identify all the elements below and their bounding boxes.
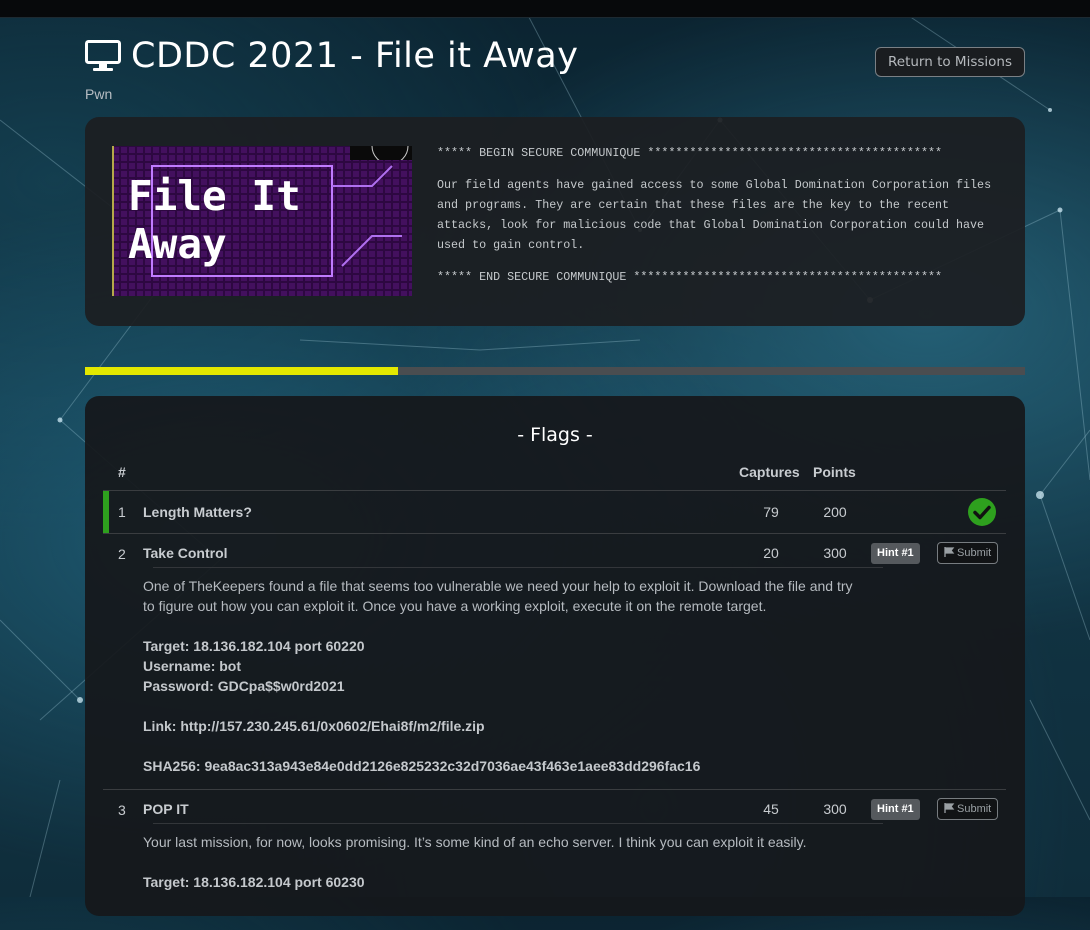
header-points: Points xyxy=(813,464,856,480)
hint-button[interactable]: Hint #1 xyxy=(871,543,920,564)
artwork-title: File It Away xyxy=(128,172,301,268)
communique-end: ***** END SECURE COMMUNIQUE ************… xyxy=(437,270,942,284)
flag-points: 200 xyxy=(823,504,847,520)
submit-flag-button[interactable]: Submit xyxy=(937,542,999,564)
top-nav-bar xyxy=(0,0,1090,18)
description-divider xyxy=(153,823,883,824)
flag-name: Take Control xyxy=(143,545,228,561)
submit-label: Submit xyxy=(957,803,992,815)
mission-briefing-panel: File It Away ***** BEGIN SECURE COMMUNIQ… xyxy=(85,117,1025,326)
flag-captures: 79 xyxy=(763,504,779,520)
flag-description: Your last mission, for now, looks promis… xyxy=(143,832,868,892)
submit-label: Submit xyxy=(957,547,992,559)
flag-name: Length Matters? xyxy=(143,504,252,520)
communique-begin: ***** BEGIN SECURE COMMUNIQUE **********… xyxy=(437,146,942,160)
submit-flag-button[interactable]: Submit xyxy=(937,798,999,820)
flag-points: 300 xyxy=(823,545,847,561)
return-to-missions-button[interactable]: Return to Missions xyxy=(875,47,1025,77)
flag-description: One of TheKeepers found a file that seem… xyxy=(143,576,868,776)
flag-row-3: 3 POP IT 45 300 Hint #1 Submit Your last… xyxy=(103,790,1006,930)
flag-icon xyxy=(944,547,955,557)
description-text: One of TheKeepers found a file that seem… xyxy=(143,578,853,614)
password-info: Password: GDCpa$$w0rd2021 xyxy=(143,678,345,694)
username-info: Username: bot xyxy=(143,658,242,674)
flags-panel: - Flags - # Captures Points 1 Length Mat… xyxy=(85,396,1025,916)
flags-title: - Flags - xyxy=(517,424,593,446)
mission-progress-bar xyxy=(85,367,1025,375)
header-captures: Captures xyxy=(739,464,800,480)
flag-name: POP IT xyxy=(143,801,189,817)
page-title: CDDC 2021 - File it Away xyxy=(131,36,579,76)
monitor-icon xyxy=(85,40,121,71)
flag-number: 3 xyxy=(118,802,126,818)
check-circle-icon xyxy=(968,498,996,526)
mission-artwork: File It Away xyxy=(112,146,412,296)
secure-communique: ***** BEGIN SECURE COMMUNIQUE **********… xyxy=(437,143,1012,287)
flag-row-1[interactable]: 1 Length Matters? 79 200 xyxy=(103,491,1006,533)
flag-row-2: 2 Take Control 20 300 Hint #1 Submit One… xyxy=(103,534,1006,789)
description-text: Your last mission, for now, looks promis… xyxy=(143,834,807,850)
flag-points: 300 xyxy=(823,801,847,817)
description-divider xyxy=(153,567,883,568)
hint-button[interactable]: Hint #1 xyxy=(871,799,920,820)
badge-logo-icon xyxy=(350,146,412,160)
category-label: Pwn xyxy=(85,86,113,102)
sha256-info: SHA256: 9ea8ac313a943e84e0dd2126e825232c… xyxy=(143,758,701,774)
flag-icon xyxy=(944,803,955,813)
solved-indicator xyxy=(103,491,109,533)
flag-captures: 45 xyxy=(763,801,779,817)
target-info: Target: 18.136.182.104 port 60220 xyxy=(143,638,365,654)
flag-number: 1 xyxy=(118,504,126,520)
target-info: Target: 18.136.182.104 port 60230 xyxy=(143,874,365,890)
communique-body: Our field agents have gained access to s… xyxy=(437,178,992,252)
flag-number: 2 xyxy=(118,546,126,562)
flag-captures: 20 xyxy=(763,545,779,561)
header-num: # xyxy=(118,464,126,480)
progress-fill xyxy=(85,367,399,375)
download-link[interactable]: Link: http://157.230.245.61/0x0602/Ehai8… xyxy=(143,716,868,736)
page-header: CDDC 2021 - File it Away Pwn Return to M… xyxy=(85,36,1025,106)
